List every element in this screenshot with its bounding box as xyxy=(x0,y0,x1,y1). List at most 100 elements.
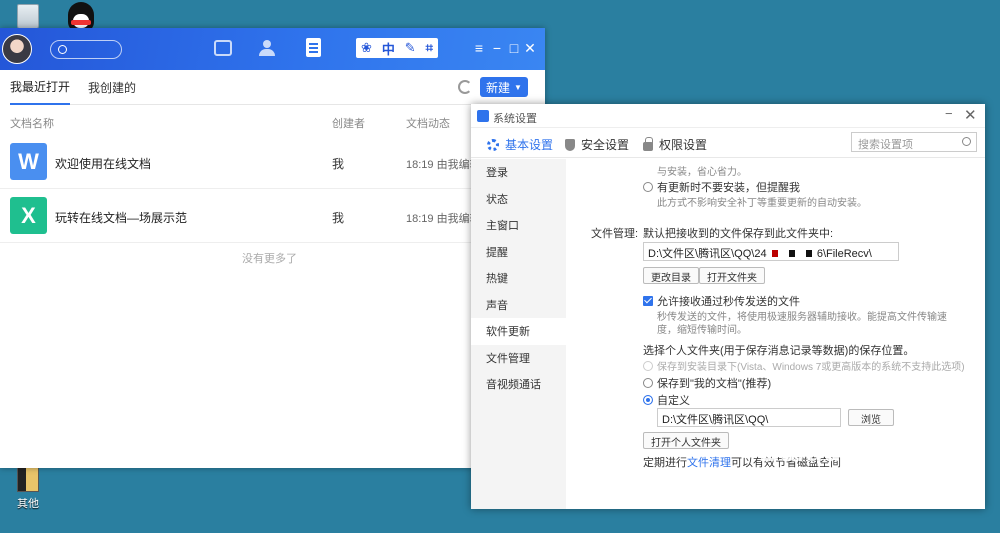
word-doc-icon: W xyxy=(10,143,47,180)
desktop-folder-other[interactable]: 其他 xyxy=(12,466,44,511)
input-toolbar: ❀ 中 ✎ ⌗ xyxy=(356,38,438,58)
tab-security[interactable]: 安全设置 xyxy=(565,136,629,153)
cleanup-pre: 定期进行 xyxy=(643,457,687,469)
col-creator: 创建者 xyxy=(332,118,365,130)
file-section-label: 文件管理: xyxy=(591,228,639,240)
doc-time: 18:19 由我编辑 xyxy=(406,159,481,171)
browse-button[interactable]: 浏览 xyxy=(848,409,894,426)
messages-icon[interactable] xyxy=(214,40,232,56)
gear-icon xyxy=(487,138,499,151)
doc-title: 欢迎使用在线文档 xyxy=(55,157,152,171)
tab-recent[interactable]: 我最近打开 xyxy=(10,70,71,105)
recv-path-part1: D:\文件区\腾讯区\QQ\24 xyxy=(648,248,767,260)
menu-icon[interactable]: ≡ xyxy=(472,40,486,56)
avatar[interactable] xyxy=(2,34,32,64)
recv-path-field[interactable]: D:\文件区\腾讯区\QQ\24 6\FileRecv\ xyxy=(643,242,899,261)
new-button-label: 新建 xyxy=(486,80,511,95)
close-icon[interactable]: ✕ xyxy=(964,106,977,124)
watermark-brand: Baidu 经验 xyxy=(760,436,910,467)
settings-search-input[interactable]: 搜索设置项 xyxy=(851,132,977,152)
settings-sidebar: 登录 状态 主窗口 提醒 热键 声音 软件更新 文件管理 音视频通话 xyxy=(471,159,566,509)
tab-permissions[interactable]: 权限设置 xyxy=(643,136,707,153)
doc-creator: 我 xyxy=(332,157,345,171)
minimize-icon[interactable]: − xyxy=(945,106,953,121)
shield-icon xyxy=(565,138,575,151)
opt-custom[interactable]: 自定义 xyxy=(643,392,690,408)
close-icon[interactable]: ✕ xyxy=(523,40,537,57)
minimize-icon[interactable]: − xyxy=(490,40,504,56)
open-folder-button[interactable]: 打开文件夹 xyxy=(699,267,765,284)
cleanup-link[interactable]: 文件清理 xyxy=(687,457,731,469)
sidebar-item-av-call[interactable]: 音视频通话 xyxy=(471,371,566,398)
redaction-mark xyxy=(788,250,795,257)
settings-logo-icon xyxy=(477,110,489,122)
settings-title: 系统设置 xyxy=(493,113,537,125)
search-input[interactable] xyxy=(50,40,122,59)
open-personal-folder-button[interactable]: 打开个人文件夹 xyxy=(643,432,729,449)
radio-icon xyxy=(643,182,653,192)
desktop-folder-label: 其他 xyxy=(17,498,39,510)
sidebar-item-sound[interactable]: 声音 xyxy=(471,292,566,319)
watermark-url: jingyan.baidu.com xyxy=(762,486,924,508)
allow-instant-label: 允许接收通过秒传发送的文件 xyxy=(657,296,800,308)
recv-path-part2: 6\FileRecv\ xyxy=(816,248,872,260)
opt-custom-label: 自定义 xyxy=(657,395,690,407)
ime-chinese-icon[interactable]: 中 xyxy=(382,39,395,58)
tab-permissions-label: 权限设置 xyxy=(659,138,708,152)
update-notify-option[interactable]: 有更新时不要安装，但提醒我 xyxy=(643,179,800,195)
sidebar-item-reminder[interactable]: 提醒 xyxy=(471,239,566,266)
search-icon xyxy=(962,137,971,146)
sidebar-item-file-management[interactable]: 文件管理 xyxy=(471,345,566,372)
contacts-icon[interactable] xyxy=(258,40,276,56)
sidebar-item-hotkeys[interactable]: 热键 xyxy=(471,265,566,292)
tab-created[interactable]: 我创建的 xyxy=(88,71,136,104)
settings-titlebar: 系统设置 − ✕ xyxy=(471,104,985,128)
settings-search-placeholder: 搜索设置项 xyxy=(858,139,913,151)
tab-basic-label: 基本设置 xyxy=(505,138,554,152)
col-activity: 文档动态 xyxy=(406,118,450,130)
refresh-icon[interactable] xyxy=(458,80,472,94)
sidebar-item-update[interactable]: 软件更新 xyxy=(471,318,566,345)
sidebar-item-main-window[interactable]: 主窗口 xyxy=(471,212,566,239)
tim-header: ❀ 中 ✎ ⌗ ≡ − □ ✕ xyxy=(0,28,545,70)
redaction-mark xyxy=(771,250,778,257)
personal-path-field[interactable]: D:\文件区\腾讯区\QQ\ xyxy=(657,408,841,427)
sidebar-item-login[interactable]: 登录 xyxy=(471,159,566,186)
no-more-text: 没有更多了 xyxy=(242,253,297,265)
settings-tabs: 基本设置 安全设置 权限设置 搜索设置项 xyxy=(471,128,985,158)
table-row[interactable]: W 欢迎使用在线文档 我 18:19 由我编辑 xyxy=(0,135,545,189)
baidu-watermark: Baidu 经验 jingyan.baidu.com xyxy=(760,430,923,508)
change-dir-button[interactable]: 更改目录 xyxy=(643,267,699,284)
doc-time: 18:19 由我编辑 xyxy=(406,213,481,225)
sidebar-item-status[interactable]: 状态 xyxy=(471,186,566,213)
settings-scrollbar[interactable] xyxy=(970,159,982,479)
documents-icon[interactable] xyxy=(306,38,321,57)
update-top-hint: 与安装，省心省力。 xyxy=(657,167,747,178)
maximize-icon[interactable]: □ xyxy=(507,40,521,56)
update-notify-label: 有更新时不要安装，但提醒我 xyxy=(657,182,800,194)
doc-table-header: 文档名称 创建者 文档动态 xyxy=(0,105,545,135)
opt-my-docs[interactable]: 保存到"我的文档"(推荐) xyxy=(643,375,771,391)
personal-folder-desc: 选择个人文件夹(用于保存消息记录等数据)的保存位置。 xyxy=(643,345,915,357)
tab-security-label: 安全设置 xyxy=(581,138,630,152)
table-row[interactable]: X 玩转在线文档—场展示范 我 18:19 由我编辑 xyxy=(0,189,545,243)
opt-install-label: 保存到安装目录下(Vista、Windows 7或更高版本的系统不支持此选项) xyxy=(657,362,965,373)
allow-hint-2: 度，缩短传输时间。 xyxy=(657,325,747,336)
pen-icon[interactable]: ✎ xyxy=(405,40,416,56)
checkbox-checked-icon xyxy=(643,296,653,306)
crop-icon[interactable]: ⌗ xyxy=(426,40,433,56)
radio-icon xyxy=(643,378,653,388)
lock-icon xyxy=(643,136,653,151)
update-notify-hint: 此方式不影响安全补丁等重要更新的自动安装。 xyxy=(657,198,867,209)
file-save-desc: 默认把接收到的文件保存到此文件夹中: xyxy=(643,228,834,240)
doc-title: 玩转在线文档—场展示范 xyxy=(55,211,188,225)
col-name: 文档名称 xyxy=(10,118,54,130)
new-button[interactable]: 新建 ▼ xyxy=(480,77,528,97)
paw-icon[interactable]: ❀ xyxy=(361,40,372,56)
opt-install-dir: 保存到安装目录下(Vista、Windows 7或更高版本的系统不支持此选项) xyxy=(643,358,965,373)
tab-basic[interactable]: 基本设置 xyxy=(487,136,553,153)
allow-instant-transfer-checkbox[interactable]: 允许接收通过秒传发送的文件 xyxy=(643,293,800,309)
folder-icon xyxy=(17,466,39,492)
doc-creator: 我 xyxy=(332,211,345,225)
opt-mydocs-label: 保存到"我的文档"(推荐) xyxy=(657,378,772,390)
